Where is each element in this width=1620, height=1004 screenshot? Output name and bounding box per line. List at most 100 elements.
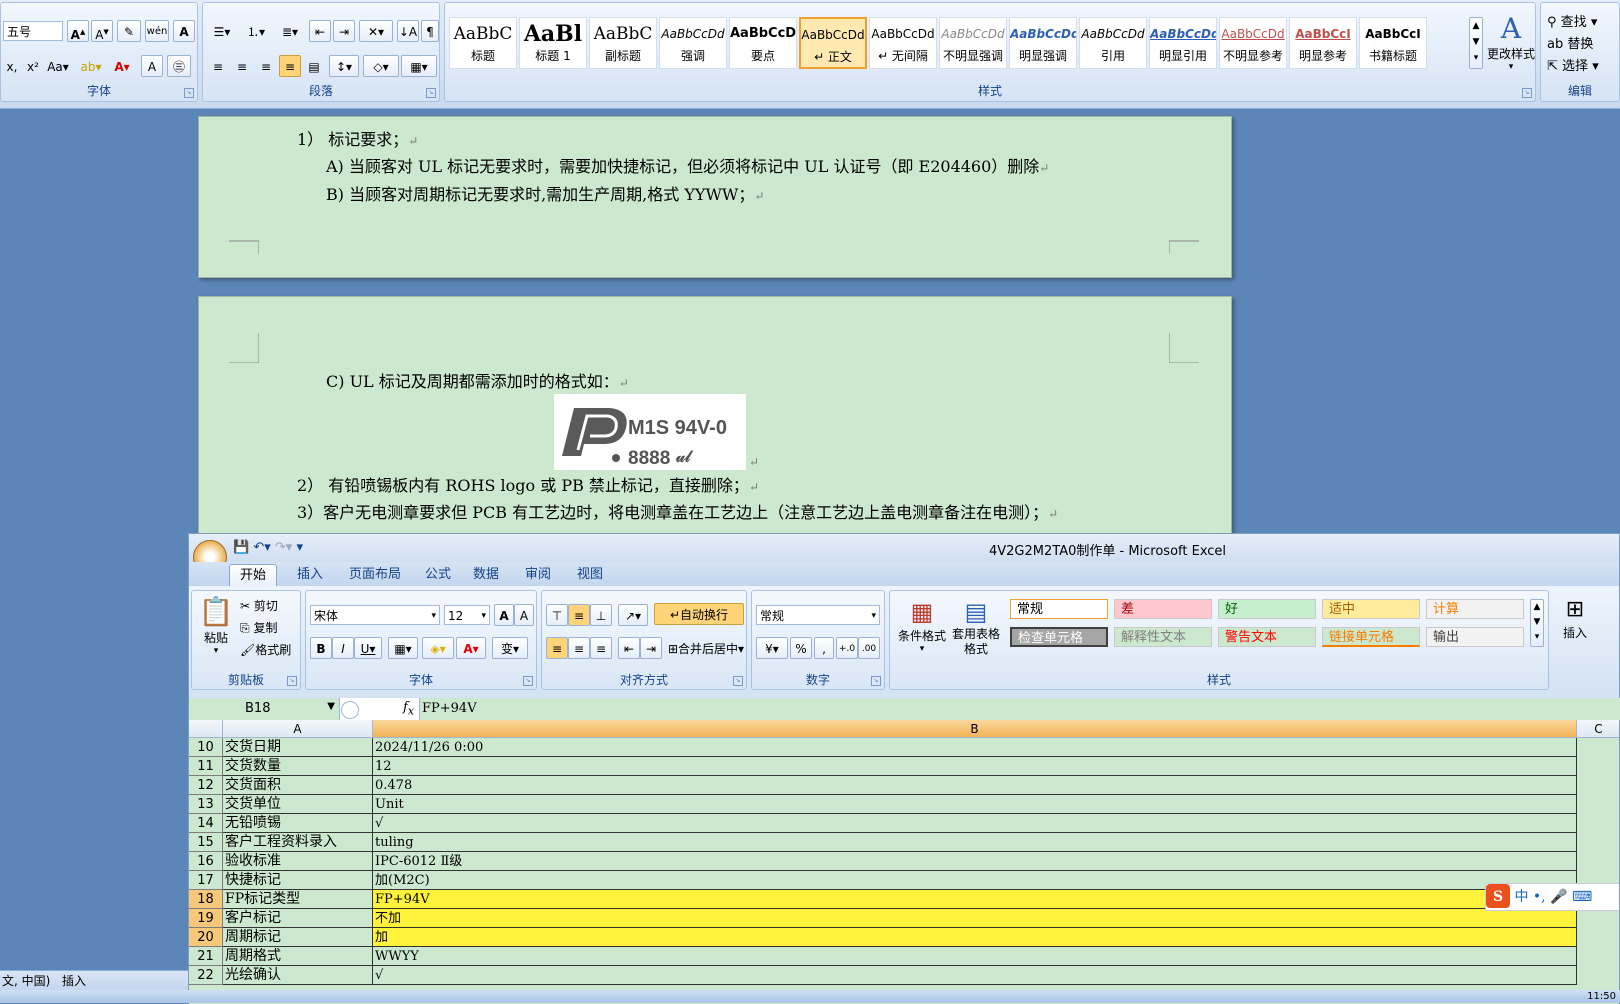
cell-a[interactable]: 交货数量: [223, 757, 373, 776]
style-tile[interactable]: AaBbCcI 书籍标题: [1359, 17, 1427, 69]
cell-b[interactable]: √: [373, 966, 1577, 985]
font-color-icon[interactable]: A▾: [109, 55, 135, 77]
phonetic-guide-icon[interactable]: wén: [145, 20, 169, 42]
ul-marking-image[interactable]: M1S 94V-0 8888 𝓊𝓁: [554, 394, 746, 470]
row-header[interactable]: 19: [189, 909, 223, 928]
cell-a[interactable]: 无铅喷锡: [223, 814, 373, 833]
gallery-scroll[interactable]: ▲ ▼ ▾: [1469, 17, 1483, 69]
format-painter-button[interactable]: 🖌格式刷: [240, 641, 291, 658]
cell-style-option[interactable]: 计算: [1426, 599, 1524, 619]
tab-4[interactable]: 数据: [463, 564, 509, 586]
clear-format-icon[interactable]: ✎: [117, 20, 141, 42]
row-header[interactable]: 11: [189, 757, 223, 776]
document-page-1[interactable]: 1） 标记要求；↵ A) 当顾客对 UL 标记无要求时，需要加快捷标记，但必须将…: [198, 116, 1232, 278]
insert-mode-status[interactable]: 插入: [62, 971, 86, 991]
tab-5[interactable]: 审阅: [515, 564, 561, 586]
cell-a[interactable]: 周期格式: [223, 947, 373, 966]
bold-button[interactable]: B: [310, 637, 332, 659]
decrease-indent-icon[interactable]: ⇤: [618, 637, 640, 659]
borders-icon[interactable]: ▦▾: [401, 55, 437, 77]
row-header[interactable]: 21: [189, 947, 223, 966]
row-header[interactable]: 18: [189, 890, 223, 909]
shrink-font-button[interactable]: A: [514, 604, 534, 626]
subscript-icon[interactable]: x,: [3, 55, 21, 77]
excel-window[interactable]: 💾 ↶▾ ↷▾ ▾ 4V2G2M2TA0制作单 - Microsoft Exce…: [188, 533, 1620, 1004]
redo-icon[interactable]: ↷▾: [275, 540, 292, 555]
increase-indent-icon[interactable]: ⇥: [640, 637, 662, 659]
expand-icon[interactable]: [341, 701, 359, 719]
cell-style-option[interactable]: 检查单元格: [1010, 627, 1108, 647]
ime-toolbar[interactable]: S 中 •, 🎤 ⌨: [1485, 883, 1619, 911]
keyboard-icon[interactable]: ⌨: [1572, 889, 1592, 905]
numbering-icon[interactable]: ⒈▾: [241, 20, 271, 42]
change-case-icon[interactable]: Aa▾: [45, 55, 71, 77]
style-tile[interactable]: AaBbCcI 明显参考: [1289, 17, 1357, 69]
paste-button[interactable]: 📋 粘贴 ▾: [198, 595, 234, 656]
row-header[interactable]: 15: [189, 833, 223, 852]
cell-style-option[interactable]: 差: [1114, 599, 1212, 619]
cell-b[interactable]: Unit: [373, 795, 1577, 814]
cell-a[interactable]: 光绘确认: [223, 966, 373, 985]
tab-6[interactable]: 视图: [567, 564, 613, 586]
tab-0[interactable]: 开始: [229, 564, 278, 587]
increase-indent-icon[interactable]: ⇥: [333, 20, 355, 42]
cell-b[interactable]: 不加: [373, 909, 1577, 928]
cell-style-option[interactable]: 解释性文本: [1114, 627, 1212, 647]
chinese-layout-icon[interactable]: ✕▾: [359, 20, 393, 42]
style-tile[interactable]: AaBbCcDd 明显引用: [1149, 17, 1217, 69]
cell-b[interactable]: 12: [373, 757, 1577, 776]
bottom-align-icon[interactable]: ⊥: [590, 604, 612, 626]
show-marks-icon[interactable]: ¶: [421, 20, 439, 42]
orientation-icon[interactable]: ↗▾: [618, 604, 648, 626]
fill-color-icon[interactable]: ◈▾: [422, 637, 454, 659]
cell-b[interactable]: 加: [373, 928, 1577, 947]
top-align-icon[interactable]: ⊤: [546, 604, 568, 626]
cell-b[interactable]: WWYY: [373, 947, 1577, 966]
font-name-select[interactable]: 宋体 ▾: [310, 605, 440, 625]
cell-a[interactable]: 交货面积: [223, 776, 373, 795]
save-icon[interactable]: 💾: [233, 540, 249, 555]
highlight-icon[interactable]: ab▾: [77, 55, 105, 77]
merge-center-button[interactable]: ⊞合并后居中▾: [666, 637, 746, 659]
style-tile[interactable]: AaBbCcD 要点: [729, 17, 797, 69]
worksheet-grid[interactable]: A B C 10 交货日期 2024/11/26 0:00 11 交货数量 12 12 交货面…: [189, 720, 1619, 1004]
select-button[interactable]: ⇱ 选择 ▾: [1547, 55, 1599, 74]
shading-icon[interactable]: ◇▾: [363, 55, 399, 77]
style-tile[interactable]: AaBbC 副标题: [589, 17, 657, 69]
row-header[interactable]: 10: [189, 738, 223, 757]
cell-a[interactable]: 快捷标记: [223, 871, 373, 890]
cell-a[interactable]: 交货单位: [223, 795, 373, 814]
find-button[interactable]: ⚲ 查找 ▾: [1547, 11, 1597, 30]
column-header-a[interactable]: A: [223, 720, 373, 738]
cell-b[interactable]: IPC-6012 Ⅱ级: [373, 852, 1577, 871]
char-border-icon[interactable]: A: [173, 20, 195, 42]
tab-2[interactable]: 页面布局: [339, 564, 411, 586]
font-size-select[interactable]: 12 ▾: [444, 605, 490, 625]
percent-icon[interactable]: %: [790, 637, 812, 659]
cell-style-option[interactable]: 常规: [1010, 599, 1108, 619]
align-left-icon[interactable]: ≡: [546, 637, 568, 659]
excel-title-bar[interactable]: 💾 ↶▾ ↷▾ ▾ 4V2G2M2TA0制作单 - Microsoft Exce…: [189, 534, 1619, 574]
undo-icon[interactable]: ↶▾: [253, 540, 270, 555]
font-launcher[interactable]: ↘: [523, 676, 533, 686]
row-header[interactable]: 22: [189, 966, 223, 985]
column-header-b[interactable]: B: [373, 720, 1577, 738]
currency-icon[interactable]: ¥▾: [756, 637, 788, 659]
customize-qat-icon[interactable]: ▾: [296, 540, 303, 555]
align-right-icon[interactable]: ≡: [255, 55, 277, 77]
cell-a[interactable]: 客户标记: [223, 909, 373, 928]
style-tile[interactable]: AaBbCcDd 不明显参考: [1219, 17, 1287, 69]
font-size-select[interactable]: 五号: [3, 21, 63, 41]
grow-font-button[interactable]: A▲: [67, 20, 89, 42]
row-header[interactable]: 13: [189, 795, 223, 814]
underline-button[interactable]: U▾: [354, 637, 382, 659]
cell-style-option[interactable]: 警告文本: [1218, 627, 1316, 647]
align-center-icon[interactable]: ≡: [568, 637, 590, 659]
cell-a[interactable]: 交货日期: [223, 738, 373, 757]
char-shading-icon[interactable]: A: [141, 55, 163, 77]
cell-a[interactable]: 客户工程资料录入: [223, 833, 373, 852]
change-styles-button[interactable]: A 更改样式 ▾: [1485, 13, 1537, 73]
style-tile[interactable]: AaBbCcDd 引用: [1079, 17, 1147, 69]
font-color-icon[interactable]: A▾: [456, 637, 486, 659]
row-header[interactable]: 17: [189, 871, 223, 890]
